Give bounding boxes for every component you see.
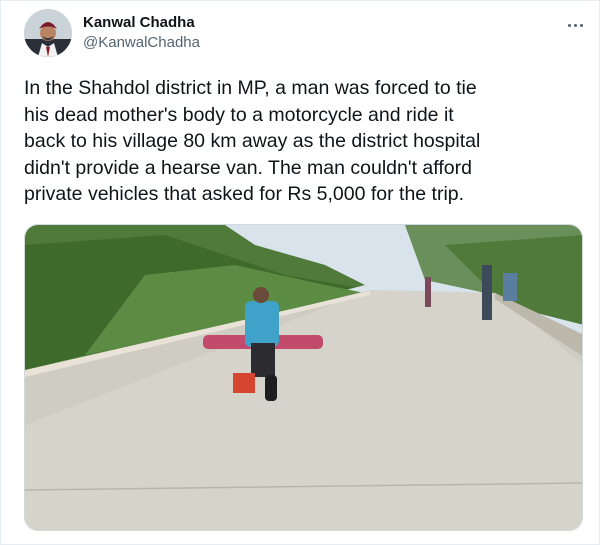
- author-name[interactable]: Kanwal Chadha: [83, 14, 195, 31]
- dot-icon: [579, 23, 583, 27]
- avatar[interactable]: [24, 9, 72, 57]
- author-handle[interactable]: @KanwalChadha: [83, 34, 200, 51]
- dot-icon: [573, 23, 577, 27]
- dot-icon: [567, 23, 571, 27]
- tweet-text: In the Shahdol district in MP, a man was…: [24, 77, 481, 205]
- tweet-photo[interactable]: [24, 224, 583, 531]
- more-options-icon[interactable]: [561, 15, 589, 35]
- tweet-card: Kanwal Chadha @KanwalChadha In the Shahd…: [0, 0, 600, 545]
